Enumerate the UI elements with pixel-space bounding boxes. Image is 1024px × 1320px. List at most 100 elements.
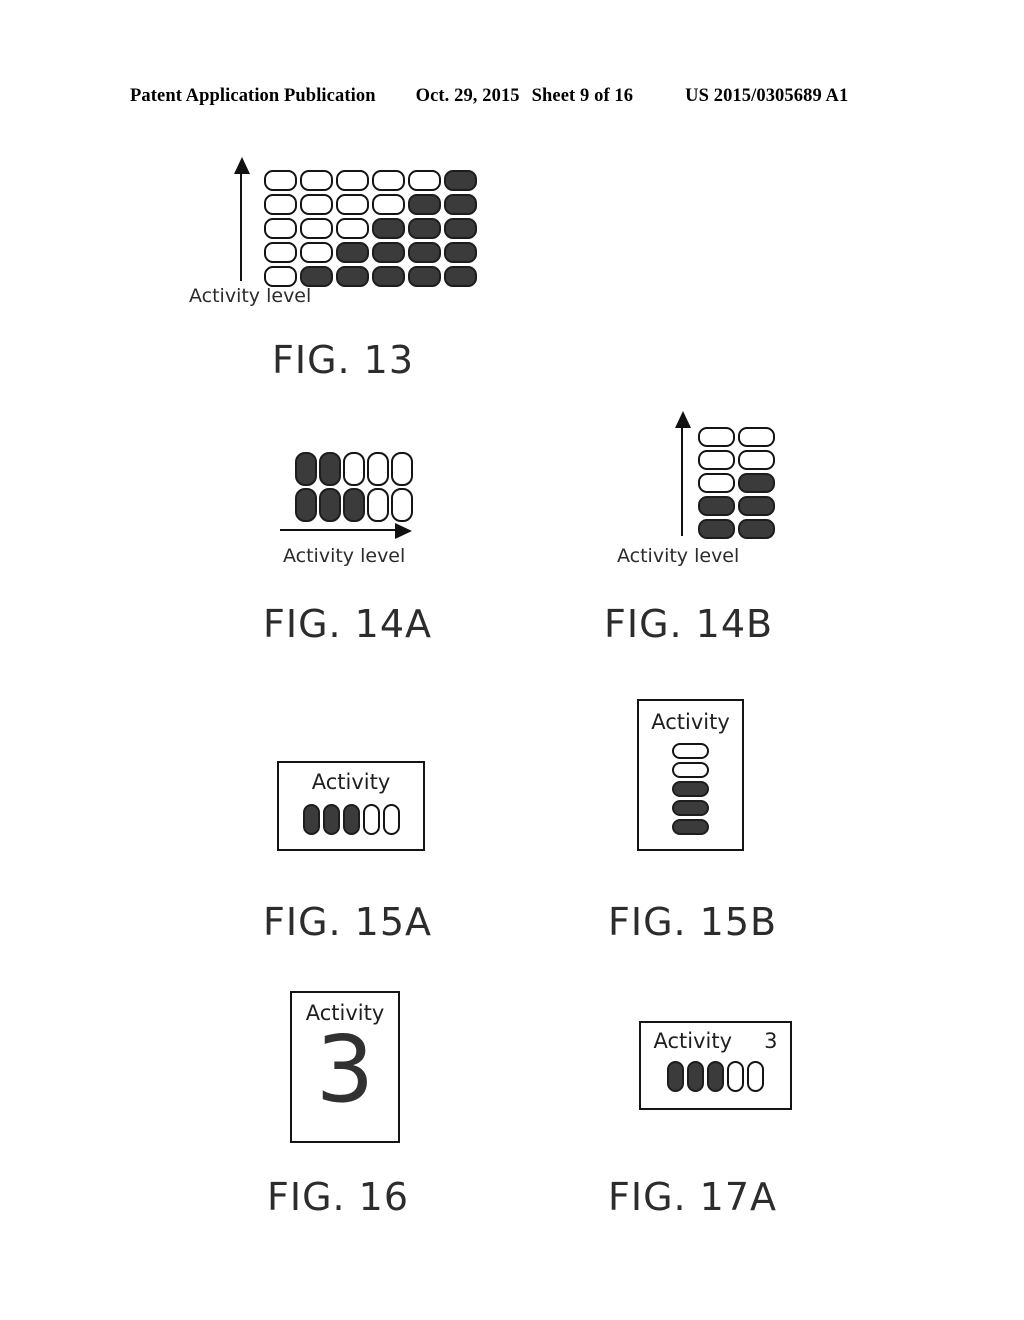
fig15b-segment-5 [672, 819, 709, 835]
fig17a-label: Activity [653, 1029, 733, 1053]
fig13-cell-r1c5 [408, 170, 441, 191]
fig14a-cell-r2c1 [295, 488, 317, 522]
fig15a-caption: FIG. 15A [263, 900, 433, 944]
fig13-cell-r4c2 [300, 242, 333, 263]
fig14a-cell-r2c3 [343, 488, 365, 522]
fig13-cell-r5c4 [372, 266, 405, 287]
fig14b-cell-r2c2 [738, 450, 775, 470]
fig14a-activity-axis-arrow [280, 522, 412, 539]
fig15a-segment-5 [382, 804, 400, 835]
fig13-cell-r2c5 [408, 194, 441, 215]
fig13-caption: FIG. 13 [272, 338, 415, 382]
fig17a-caption: FIG. 17A [608, 1175, 778, 1219]
fig14a-cell-r1c4 [367, 452, 389, 486]
fig15a-segment-3 [342, 804, 360, 835]
fig14b-cell-r3c1 [698, 473, 735, 493]
fig13-cell-r5c2 [300, 266, 333, 287]
fig17a-segment-5 [747, 1061, 764, 1092]
fig13-cell-r1c3 [336, 170, 369, 191]
patent-drawing-sheet: Patent Application Publication Oct. 29, … [0, 0, 1024, 1320]
fig14a-cell-r1c1 [295, 452, 317, 486]
publication-header: Patent Application Publication Oct. 29, … [130, 86, 895, 107]
fig15b-segment-2 [672, 762, 709, 778]
fig15a-activity-widget: Activity [277, 761, 425, 851]
fig14a-cell-r1c2 [319, 452, 341, 486]
fig14a-activity-matrix [295, 452, 413, 522]
fig16-caption: FIG. 16 [267, 1175, 410, 1219]
fig15b-caption: FIG. 15B [608, 900, 778, 944]
fig17a-activity-widget: Activity 3 [639, 1021, 792, 1110]
fig14b-activity-axis-arrow [674, 411, 691, 536]
fig14a-cell-r1c3 [343, 452, 365, 486]
fig13-cell-r5c6 [444, 266, 477, 287]
fig15a-segment-4 [362, 804, 380, 835]
publication-number: US 2015/0305689 A1 [685, 86, 849, 106]
fig14a-cell-r2c2 [319, 488, 341, 522]
fig13-cell-r2c2 [300, 194, 333, 215]
fig13-cell-r5c5 [408, 266, 441, 287]
fig15b-activity-widget: Activity [637, 699, 744, 851]
fig13-cell-r4c6 [444, 242, 477, 263]
fig15b-segment-1 [672, 743, 709, 759]
fig14a-cell-r2c5 [391, 488, 413, 522]
fig14b-cell-r3c2 [738, 473, 775, 493]
fig14a-cell-r2c4 [367, 488, 389, 522]
fig13-cell-r4c3 [336, 242, 369, 263]
fig14b-cell-r5c1 [698, 519, 735, 539]
fig17a-header-row: Activity 3 [654, 1031, 778, 1052]
fig17a-segment-2 [687, 1061, 704, 1092]
fig13-cell-r4c5 [408, 242, 441, 263]
fig15a-segment-2 [322, 804, 340, 835]
fig13-axis-label: Activity level [189, 285, 312, 307]
fig13-activity-matrix [264, 170, 477, 287]
fig15a-segment-bar [302, 804, 400, 835]
fig13-cell-r2c4 [372, 194, 405, 215]
sheet-number: Sheet 9 of 16 [531, 86, 634, 106]
fig14b-axis-label: Activity level [617, 545, 740, 567]
fig13-cell-r4c4 [372, 242, 405, 263]
fig17a-segment-4 [727, 1061, 744, 1092]
fig13-activity-axis-arrow [233, 157, 250, 281]
fig15a-label: Activity [311, 770, 391, 794]
fig13-cell-r3c3 [336, 218, 369, 239]
fig13-cell-r2c6 [444, 194, 477, 215]
fig15b-segment-bar [672, 743, 709, 835]
fig13-cell-r3c1 [264, 218, 297, 239]
fig13-cell-r5c3 [336, 266, 369, 287]
fig13-cell-r4c1 [264, 242, 297, 263]
fig13-cell-r3c5 [408, 218, 441, 239]
fig14b-activity-matrix [698, 427, 775, 539]
fig13-cell-r1c2 [300, 170, 333, 191]
fig14a-cell-r1c5 [391, 452, 413, 486]
fig13-cell-r3c2 [300, 218, 333, 239]
publication-title: Patent Application Publication [130, 86, 376, 106]
fig14b-cell-r4c1 [698, 496, 735, 516]
fig15b-segment-4 [672, 800, 709, 816]
fig13-cell-r1c1 [264, 170, 297, 191]
fig13-cell-r2c1 [264, 194, 297, 215]
fig13-cell-r3c4 [372, 218, 405, 239]
fig14b-caption: FIG. 14B [604, 602, 774, 646]
fig17a-segment-bar [667, 1061, 764, 1092]
fig13-cell-r2c3 [336, 194, 369, 215]
fig14a-axis-label: Activity level [283, 545, 406, 567]
publication-date: Oct. 29, 2015 [415, 86, 520, 106]
fig17a-segment-1 [667, 1061, 684, 1092]
fig17a-segment-3 [707, 1061, 724, 1092]
fig13-cell-r1c6 [444, 170, 477, 191]
fig13-cell-r3c6 [444, 218, 477, 239]
fig15b-segment-3 [672, 781, 709, 797]
fig14b-cell-r2c1 [698, 450, 735, 470]
fig15a-segment-1 [302, 804, 320, 835]
fig14b-cell-r1c1 [698, 427, 735, 447]
fig17a-activity-value: 3 [764, 1029, 778, 1053]
fig15b-label: Activity [651, 710, 730, 734]
fig13-cell-r1c4 [372, 170, 405, 191]
fig16-activity-value: 3 [315, 1016, 375, 1123]
fig14a-caption: FIG. 14A [263, 602, 433, 646]
fig14b-cell-r4c2 [738, 496, 775, 516]
fig13-cell-r5c1 [264, 266, 297, 287]
fig14b-cell-r1c2 [738, 427, 775, 447]
fig16-activity-widget: Activity 3 [290, 991, 400, 1143]
fig14b-cell-r5c2 [738, 519, 775, 539]
